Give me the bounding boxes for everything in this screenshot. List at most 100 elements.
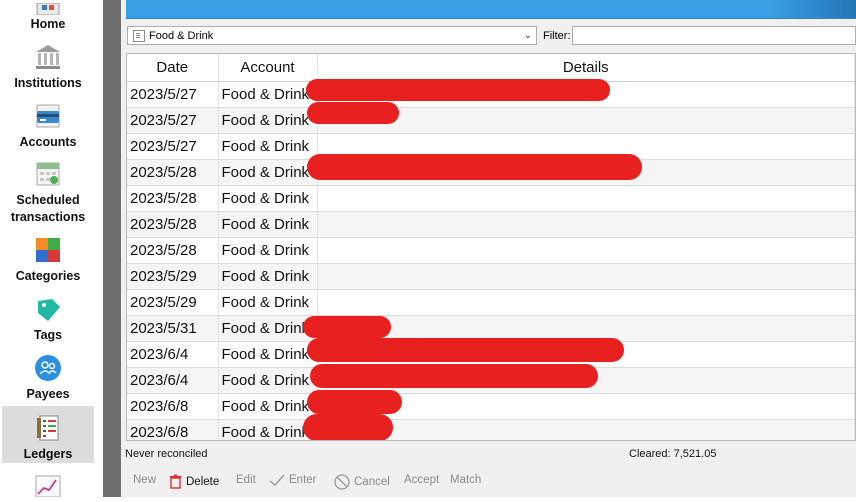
account-select[interactable]: Food & Drink ⌄ (127, 26, 537, 45)
sidebar-item-label: Home (30, 17, 66, 31)
home-icon (34, 2, 62, 16)
chevron-down-icon: ⌄ (523, 30, 532, 41)
cell-details (317, 185, 855, 212)
cell-account: Food & Drink (218, 263, 318, 290)
cell-account: Food & Drink (218, 393, 318, 420)
accounts-icon (34, 102, 62, 130)
cell-account: Food & Drink (218, 289, 318, 316)
edit-label: Edit (236, 474, 256, 486)
cell-account: Food & Drink (218, 159, 318, 186)
cancel-icon (334, 474, 350, 490)
cell-date: 2023/5/27 (127, 133, 219, 160)
ledger-icon (34, 414, 62, 442)
cell-details (317, 419, 855, 440)
redaction-mark (307, 102, 399, 124)
match-button[interactable]: Match (450, 474, 481, 486)
table-row[interactable]: 2023/5/28 Food & Drink (127, 185, 855, 212)
cell-date: 2023/5/27 (127, 107, 219, 134)
cell-date: 2023/5/28 (127, 211, 219, 238)
sidebar-item-label: Accounts (19, 135, 77, 149)
cell-account: Food & Drink (218, 419, 318, 440)
table-row[interactable]: 2023/6/8 Food & Drink (127, 393, 855, 420)
redaction-mark (306, 79, 610, 101)
cell-details (317, 211, 855, 238)
cell-account: Food & Drink (218, 81, 318, 108)
cell-date: 2023/6/8 (127, 393, 219, 420)
sidebar-item-label: Scheduled transactions (10, 193, 86, 224)
redaction-mark (303, 316, 391, 338)
calendar-icon (34, 160, 62, 188)
header-banner (126, 0, 856, 19)
cell-account: Food & Drink (218, 211, 318, 238)
delete-label: Delete (186, 475, 220, 488)
cell-account: Food & Drink (218, 341, 318, 368)
cell-account: Food & Drink (218, 367, 318, 394)
filter-label: Filter: (543, 30, 571, 42)
sidebar-item-label: Institutions (14, 76, 82, 90)
account-select-value: Food & Drink (149, 29, 214, 42)
filter-input[interactable] (572, 26, 856, 45)
tag-icon (34, 295, 62, 323)
cell-details (317, 263, 855, 290)
enter-label: Enter (289, 474, 317, 486)
table-row[interactable]: 2023/6/8 Food & Drink (127, 419, 855, 440)
cleared-balance: Cleared: 7,521.05 (629, 448, 717, 460)
trash-icon (170, 474, 181, 489)
account-icon (133, 29, 145, 42)
match-label: Match (450, 474, 482, 486)
cell-date: 2023/5/31 (127, 315, 219, 342)
sidebar-item-institutions[interactable]: Institutions (2, 40, 94, 92)
reconcile-status: Never reconciled (125, 448, 208, 460)
accept-label: Accept (404, 474, 440, 486)
checkmark-icon (269, 474, 285, 486)
edit-button[interactable]: Edit (236, 474, 256, 486)
accept-button[interactable]: Accept (404, 474, 439, 486)
cell-details (317, 289, 855, 316)
cell-date: 2023/6/4 (127, 341, 219, 368)
bank-icon (34, 43, 62, 71)
sidebar-item-scheduled-transactions[interactable]: Scheduled transactions (2, 156, 94, 226)
sidebar-item-categories[interactable]: Categories (2, 233, 94, 285)
table-row[interactable]: 2023/5/28 Food & Drink (127, 211, 855, 238)
cancel-label: Cancel (354, 476, 390, 488)
redaction-mark (303, 414, 393, 440)
new-label: New (133, 474, 157, 486)
delete-button[interactable]: Delete (169, 474, 219, 489)
sidebar-item-ledgers[interactable]: Ledgers (2, 406, 94, 463)
cell-account: Food & Drink (218, 107, 318, 134)
enter-button[interactable]: Enter (269, 474, 317, 486)
cell-date: 2023/5/29 (127, 289, 219, 316)
table-row[interactable]: 2023/5/27 Food & Drink (127, 107, 855, 134)
table-row[interactable]: 2023/5/29 Food & Drink (127, 263, 855, 290)
column-header-date[interactable]: Date (127, 54, 219, 82)
redaction-mark (310, 364, 598, 388)
sidebar-item-label: Ledgers (23, 447, 73, 461)
payees-icon (34, 354, 62, 382)
cell-account: Food & Drink (218, 237, 318, 264)
sidebar-item-label: Categories (15, 269, 81, 283)
splitter[interactable] (103, 0, 121, 497)
table-row[interactable]: 2023/5/29 Food & Drink (127, 289, 855, 316)
cell-date: 2023/6/8 (127, 419, 219, 440)
column-header-account[interactable]: Account (218, 54, 318, 82)
sidebar-item-home[interactable]: Home (2, 0, 94, 33)
redaction-mark (307, 390, 402, 414)
sidebar-item-label: Payees (26, 387, 70, 401)
cell-date: 2023/5/28 (127, 185, 219, 212)
cell-date: 2023/5/28 (127, 159, 219, 186)
table-header-row: Date Account Details (127, 54, 855, 82)
cell-details (317, 237, 855, 264)
sidebar-item-label: Tags (33, 328, 63, 342)
transactions-table: Date Account Details 2023/5/27 Food & Dri… (126, 53, 856, 441)
sidebar-item-payees[interactable]: Payees (2, 351, 94, 403)
cancel-button[interactable]: Cancel (334, 474, 390, 490)
redaction-mark (307, 154, 642, 180)
table-row[interactable]: 2023/5/28 Food & Drink (127, 237, 855, 264)
sidebar-item-tags[interactable]: Tags (2, 293, 94, 344)
sidebar-item-accounts[interactable]: Accounts (2, 100, 94, 151)
column-header-details[interactable]: Details (317, 54, 855, 82)
reports-icon[interactable] (34, 474, 62, 498)
new-button[interactable]: New (133, 474, 156, 486)
ledger-panel: Food & Drink ⌄ Filter: Date Account Deta… (121, 0, 856, 497)
cell-date: 2023/6/4 (127, 367, 219, 394)
